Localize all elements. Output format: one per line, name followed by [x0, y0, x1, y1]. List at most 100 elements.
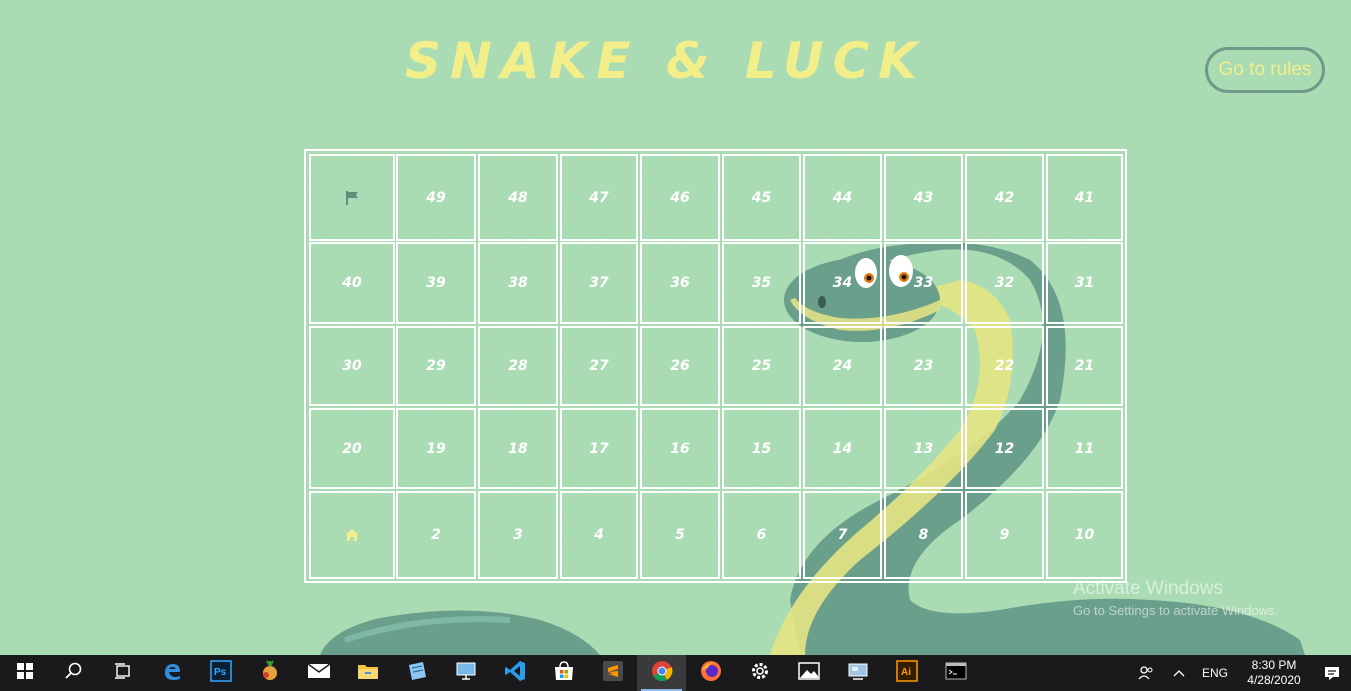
notes-app-taskbar-button[interactable]: [392, 655, 441, 691]
remote-desktop-icon: [455, 661, 477, 685]
board-cell: 12: [965, 408, 1044, 489]
board-cell: 45: [722, 154, 801, 241]
mail-icon: [307, 663, 331, 683]
board-cell: 11: [1046, 408, 1123, 489]
board-cell-number: 21: [1074, 358, 1095, 374]
clock-date: 4/28/2020: [1247, 673, 1301, 687]
board-cell: 23: [884, 326, 963, 406]
board-cell: 19: [396, 408, 476, 489]
board-cell: 27: [560, 326, 638, 406]
board-cell-number: 35: [751, 275, 772, 291]
board-cell: 10: [1046, 491, 1123, 579]
home-icon: [344, 528, 360, 542]
board-cell-number: 29: [426, 358, 446, 374]
board-cell: 15: [722, 408, 801, 489]
vscode-icon: [504, 660, 526, 686]
svg-text:Ai: Ai: [901, 667, 911, 678]
board-cell: 25: [722, 326, 801, 406]
control-panel-taskbar-button[interactable]: [833, 655, 882, 691]
settings-taskbar-button[interactable]: [735, 655, 784, 691]
board-cell-number: 34: [832, 275, 853, 291]
board-cell-number: 33: [913, 275, 934, 291]
terminal-icon: [945, 662, 967, 684]
start-icon: [16, 663, 33, 683]
activate-windows-watermark: Activate Windows Go to Settings to activ…: [1073, 578, 1278, 618]
board-cell: 3: [478, 491, 558, 579]
store-icon: [553, 661, 575, 685]
go-to-rules-button[interactable]: Go to rules: [1205, 47, 1325, 93]
game-page: SNAKE & LUCK Go to rules 49 48 47 46 45 44 43 4…: [0, 0, 1351, 655]
board-cell-number: 38: [508, 275, 528, 291]
board-cell-number: 43: [913, 189, 934, 206]
board-cell-number: 10: [1074, 527, 1095, 543]
board-cell-number: 12: [994, 440, 1015, 457]
settings-icon: [750, 661, 770, 685]
search-taskbar-button[interactable]: [49, 655, 98, 691]
chevron-up-icon[interactable]: [1163, 655, 1195, 691]
board-cell-number: 4: [594, 527, 604, 543]
file-explorer-taskbar-button[interactable]: [343, 655, 392, 691]
photos-icon: [797, 662, 820, 684]
edge-icon: [162, 661, 182, 685]
board-cell-number: 24: [832, 358, 853, 374]
illustrator-taskbar-button[interactable]: Ai: [882, 655, 931, 691]
board-cell: 38: [478, 242, 558, 324]
board-cell-number: 41: [1074, 189, 1095, 206]
firefox-icon: [700, 660, 722, 686]
board-cell: 28: [478, 326, 558, 406]
people-icon[interactable]: [1129, 655, 1163, 691]
chrome-taskbar-button[interactable]: [637, 655, 686, 691]
board-cell-number: 46: [670, 189, 690, 206]
board-cell-number: 27: [589, 358, 609, 374]
board-cell: 2: [396, 491, 476, 579]
board-cell-number: 47: [589, 189, 609, 206]
board-cell: 31: [1046, 242, 1123, 324]
firefox-taskbar-button[interactable]: [686, 655, 735, 691]
photos-taskbar-button[interactable]: [784, 655, 833, 691]
board-cell-number: 16: [670, 440, 690, 457]
board-cell: 47: [560, 154, 638, 241]
board-cell: 4: [560, 491, 638, 579]
board-cell-number: 32: [994, 275, 1015, 291]
terminal-taskbar-button[interactable]: [931, 655, 980, 691]
edge-taskbar-button[interactable]: [147, 655, 196, 691]
board-cell: 40: [309, 242, 395, 324]
board-cell: 37: [560, 242, 638, 324]
game-board: 49 48 47 46 45 44 43 42 41 40 39 38 37 36 35 34 33 32 31 30…: [304, 149, 1127, 583]
board-cell-number: 20: [342, 440, 362, 457]
svg-text:Ps: Ps: [214, 667, 227, 678]
mail-taskbar-button[interactable]: [294, 655, 343, 691]
start-taskbar-button[interactable]: [0, 655, 49, 691]
store-taskbar-button[interactable]: [539, 655, 588, 691]
chrome-icon: [651, 660, 673, 686]
board-cell-number: 23: [913, 358, 934, 374]
board-cell-number: 19: [426, 440, 446, 457]
fruit-app-taskbar-button[interactable]: [245, 655, 294, 691]
board-cell-number: 45: [751, 189, 772, 206]
board-cell-number: 9: [999, 527, 1010, 543]
board-cell-finish: [309, 154, 395, 241]
board-cell: 35: [722, 242, 801, 324]
board-cell-number: 30: [342, 358, 362, 374]
board-cell: 26: [640, 326, 720, 406]
clock-time: 8:30 PM: [1251, 658, 1297, 672]
notification-icon[interactable]: [1313, 655, 1351, 691]
vscode-taskbar-button[interactable]: [490, 655, 539, 691]
task-view-icon: [114, 663, 132, 683]
language-indicator[interactable]: ENG: [1195, 655, 1235, 691]
board-cell: 33: [884, 242, 963, 324]
task-view-taskbar-button[interactable]: [98, 655, 147, 691]
sublime-text-taskbar-button[interactable]: [588, 655, 637, 691]
remote-desktop-taskbar-button[interactable]: [441, 655, 490, 691]
watermark-subtitle: Go to Settings to activate Windows.: [1073, 603, 1279, 618]
board-cell-number: 26: [670, 358, 690, 374]
fruit-app-icon: [259, 660, 281, 686]
board-cell-number: 7: [837, 527, 848, 543]
clock[interactable]: 8:30 PM 4/28/2020: [1235, 655, 1313, 691]
board-cell: 8: [884, 491, 963, 579]
sublime-text-icon: [602, 660, 624, 686]
photoshop-taskbar-button[interactable]: Ps: [196, 655, 245, 691]
flag-icon: [345, 190, 359, 206]
game-title: SNAKE & LUCK: [405, 32, 927, 90]
board-cell: 30: [309, 326, 395, 406]
